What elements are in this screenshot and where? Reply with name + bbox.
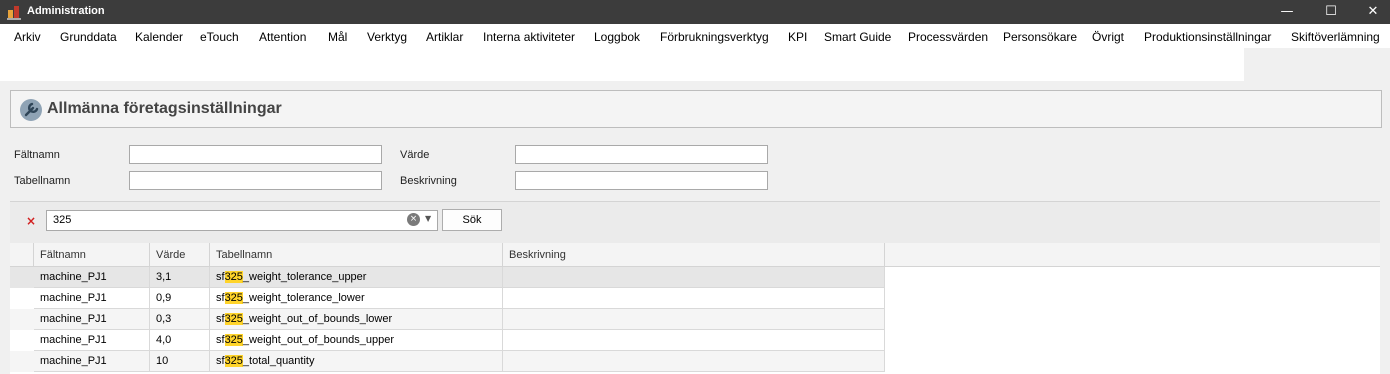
table-row[interactable]: machine_PJ1 10 sf325_total_quantity [10, 351, 885, 372]
menu-grunddata[interactable]: Grunddata [60, 24, 117, 48]
cell-tabellnamn: sf325_total_quantity [210, 351, 503, 372]
menu-personsokare[interactable]: Personsökare [1003, 24, 1077, 48]
minimize-button[interactable]: — [1265, 0, 1309, 24]
menu-mal[interactable]: Mål [328, 24, 347, 48]
cell-faltnamn: machine_PJ1 [34, 309, 150, 330]
faltnamn-label: Fältnamn [14, 149, 60, 161]
search-highlight: 325 [224, 292, 243, 304]
varde-label: Värde [400, 149, 430, 161]
cell-varde: 3,1 [150, 267, 210, 288]
wrench-icon [20, 99, 42, 121]
close-button[interactable]: ✕ [1351, 0, 1390, 24]
toolbar-strip [0, 48, 1244, 81]
table-row[interactable]: machine_PJ1 0,3 sf325_weight_out_of_boun… [10, 309, 885, 330]
cell-beskrivning [503, 330, 885, 351]
menu-forbrukningsverktyg[interactable]: Förbrukningsverktyg [660, 24, 769, 48]
column-header-empty [885, 243, 1380, 267]
cell-varde: 0,9 [150, 288, 210, 309]
column-header-varde[interactable]: Värde [150, 243, 210, 267]
menu-bar: Arkiv Grunddata Kalender eTouch Attentio… [0, 24, 1390, 48]
panel-header: Allmänna företagsinställningar [10, 90, 1382, 128]
menu-loggbok[interactable]: Loggbok [594, 24, 640, 48]
tabellnamn-field[interactable] [129, 171, 382, 190]
cell-beskrivning [503, 267, 885, 288]
menu-ovrigt[interactable]: Övrigt [1092, 24, 1124, 48]
search-input[interactable]: 325 × ▼ [46, 210, 438, 231]
chevron-down-icon[interactable]: ▼ [425, 214, 431, 223]
cell-beskrivning [503, 288, 885, 309]
column-header-beskrivning[interactable]: Beskrivning [503, 243, 885, 267]
search-value: 325 [53, 214, 72, 226]
cell-tabellnamn: sf325_weight_tolerance_upper [210, 267, 503, 288]
table-row[interactable]: machine_PJ1 4,0 sf325_weight_out_of_boun… [10, 330, 885, 351]
menu-artiklar[interactable]: Artiklar [426, 24, 463, 48]
title-bar: Administration — ☐ ✕ [0, 0, 1390, 24]
tabellnamn-suffix: _total_quantity [242, 355, 315, 367]
menu-interna-aktiviteter[interactable]: Interna aktiviteter [483, 24, 575, 48]
cell-tabellnamn: sf325_weight_out_of_bounds_lower [210, 309, 503, 330]
menu-processvarden[interactable]: Processvärden [908, 24, 988, 48]
tabellnamn-suffix: _weight_out_of_bounds_upper [242, 334, 394, 346]
tabellnamn-prefix: sf [216, 271, 225, 283]
cell-varde: 0,3 [150, 309, 210, 330]
cell-faltnamn: machine_PJ1 [34, 288, 150, 309]
cell-beskrivning [503, 309, 885, 330]
cell-tabellnamn: sf325_weight_tolerance_lower [210, 288, 503, 309]
table-row[interactable]: machine_PJ1 3,1 sf325_weight_tolerance_u… [10, 267, 885, 288]
search-highlight: 325 [224, 313, 243, 325]
search-highlight: 325 [224, 271, 243, 283]
tabellnamn-prefix: sf [216, 313, 225, 325]
clear-circle-icon[interactable]: × [407, 213, 420, 226]
column-header-tabellnamn[interactable]: Tabellnamn [210, 243, 503, 267]
clear-filter-icon[interactable]: × [26, 214, 36, 228]
menu-etouch[interactable]: eTouch [200, 24, 239, 48]
menu-kpi[interactable]: KPI [788, 24, 807, 48]
cell-tabellnamn: sf325_weight_out_of_bounds_upper [210, 330, 503, 351]
search-button[interactable]: Sök [442, 209, 502, 231]
menu-skiftoverlamning[interactable]: Skiftöverlämning [1291, 24, 1380, 48]
cell-faltnamn: machine_PJ1 [34, 267, 150, 288]
cell-varde: 10 [150, 351, 210, 372]
menu-verktyg[interactable]: Verktyg [367, 24, 407, 48]
page-title: Allmänna företagsinställningar [47, 100, 282, 117]
cell-faltnamn: machine_PJ1 [34, 351, 150, 372]
search-highlight: 325 [224, 334, 243, 346]
menu-arkiv[interactable]: Arkiv [14, 24, 41, 48]
menu-kalender[interactable]: Kalender [135, 24, 183, 48]
app-icon [7, 6, 21, 20]
faltnamn-field[interactable] [129, 145, 382, 164]
menu-smart-guide[interactable]: Smart Guide [824, 24, 891, 48]
cell-faltnamn: machine_PJ1 [34, 330, 150, 351]
beskrivning-label: Beskrivning [400, 175, 457, 187]
beskrivning-field[interactable] [515, 171, 768, 190]
tabellnamn-suffix: _weight_tolerance_lower [242, 292, 365, 304]
window-title: Administration [27, 5, 105, 17]
search-highlight: 325 [224, 355, 243, 367]
menu-produktionsinstallningar[interactable]: Produktionsinställningar [1144, 24, 1271, 48]
tabellnamn-label: Tabellnamn [14, 175, 71, 187]
search-panel: × 325 × ▼ Sök [10, 201, 1380, 244]
tabellnamn-prefix: sf [216, 355, 225, 367]
varde-field[interactable] [515, 145, 768, 164]
tabellnamn-suffix: _weight_out_of_bounds_lower [242, 313, 393, 325]
tabellnamn-prefix: sf [216, 292, 225, 304]
tabellnamn-suffix: _weight_tolerance_upper [242, 271, 367, 283]
table-row[interactable]: machine_PJ1 0,9 sf325_weight_tolerance_l… [10, 288, 885, 309]
tabellnamn-prefix: sf [216, 334, 225, 346]
results-grid: Fältnamn Värde Tabellnamn Beskrivning → … [10, 243, 1380, 374]
maximize-button[interactable]: ☐ [1309, 0, 1353, 24]
cell-beskrivning [503, 351, 885, 372]
row-indicator-header [10, 243, 34, 267]
cell-varde: 4,0 [150, 330, 210, 351]
menu-attention[interactable]: Attention [259, 24, 306, 48]
column-header-faltnamn[interactable]: Fältnamn [34, 243, 150, 267]
